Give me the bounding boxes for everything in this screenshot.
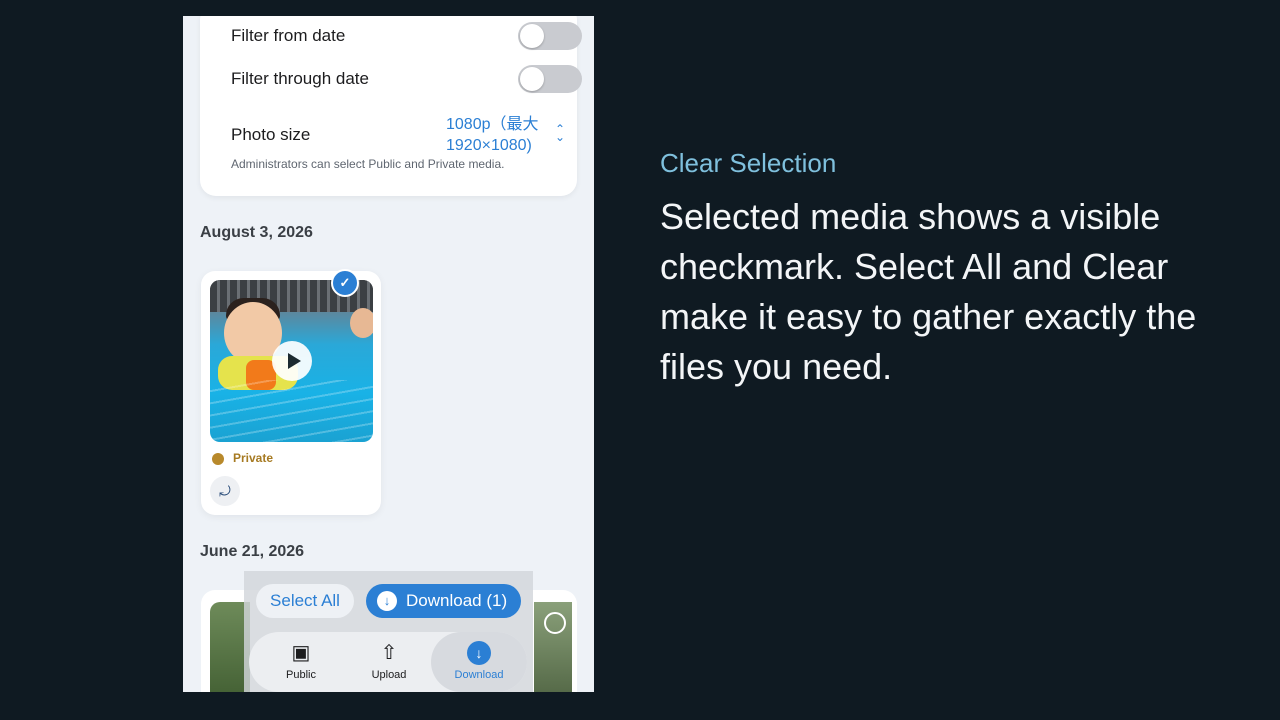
phone-screen: Filter from date Filter through date Pho… <box>183 16 594 704</box>
filter-from-date-label: Filter from date <box>231 26 346 45</box>
panel-headline: Clear Selection <box>660 148 837 178</box>
thumb-person <box>350 308 373 338</box>
tab-upload[interactable]: ⇧ Upload <box>349 632 429 692</box>
tab-download-label: Download <box>454 669 504 681</box>
media-card[interactable]: ✓ Private ⤾ <box>201 269 381 515</box>
panel-body: Selected media shows a visible checkmark… <box>660 196 1197 387</box>
download-icon: ↓ <box>377 591 397 611</box>
tab-public[interactable]: ▣ Public <box>261 632 341 692</box>
download-selected-label: Download (1) <box>406 591 508 610</box>
tab-bar: ▣ Public ⇧ Upload ↓ Download <box>249 632 527 692</box>
photo-size-label: Photo size <box>231 125 311 144</box>
toggle-knob <box>520 24 544 48</box>
photo-stack-icon: ▣ <box>291 642 311 664</box>
play-icon[interactable] <box>272 341 312 381</box>
unselected-circle-icon[interactable] <box>544 612 566 634</box>
chevron-updown-icon[interactable]: ⌃ ⌄ <box>553 123 567 143</box>
visibility-label: Private <box>233 451 274 465</box>
filter-through-date-toggle[interactable] <box>518 65 582 93</box>
thumb-water <box>210 380 373 442</box>
phone-edge <box>183 692 594 704</box>
download-icon: ↓ <box>467 641 491 665</box>
tab-public-label: Public <box>286 669 316 681</box>
section-date-header: August 3, 2026 <box>200 224 313 241</box>
selection-toolbar: Select All ↓ Download (1) ▣ Public ⇧ Upl… <box>244 571 533 704</box>
section-date-header: June 21, 2026 <box>200 543 305 560</box>
filter-from-date-toggle[interactable] <box>518 22 582 50</box>
photo-size-select[interactable]: 1080p（最大 1920×1080) <box>446 114 558 156</box>
upload-icon: ⇧ <box>380 642 398 664</box>
private-icon <box>212 453 224 465</box>
selected-checkmark-icon[interactable]: ✓ <box>331 269 359 297</box>
video-thumbnail[interactable] <box>210 280 373 442</box>
select-all-button[interactable]: Select All <box>256 584 354 618</box>
filter-through-date-label: Filter through date <box>231 69 369 88</box>
rotate-icon[interactable]: ⤾ <box>210 476 240 506</box>
toggle-knob <box>520 67 544 91</box>
admin-note: Administrators can select Public and Pri… <box>231 157 505 171</box>
download-selected-button[interactable]: ↓ Download (1) <box>366 584 521 618</box>
tab-upload-label: Upload <box>371 669 407 681</box>
tab-download[interactable]: ↓ Download <box>431 632 527 692</box>
filter-settings-card: Filter from date Filter through date Pho… <box>200 16 582 196</box>
